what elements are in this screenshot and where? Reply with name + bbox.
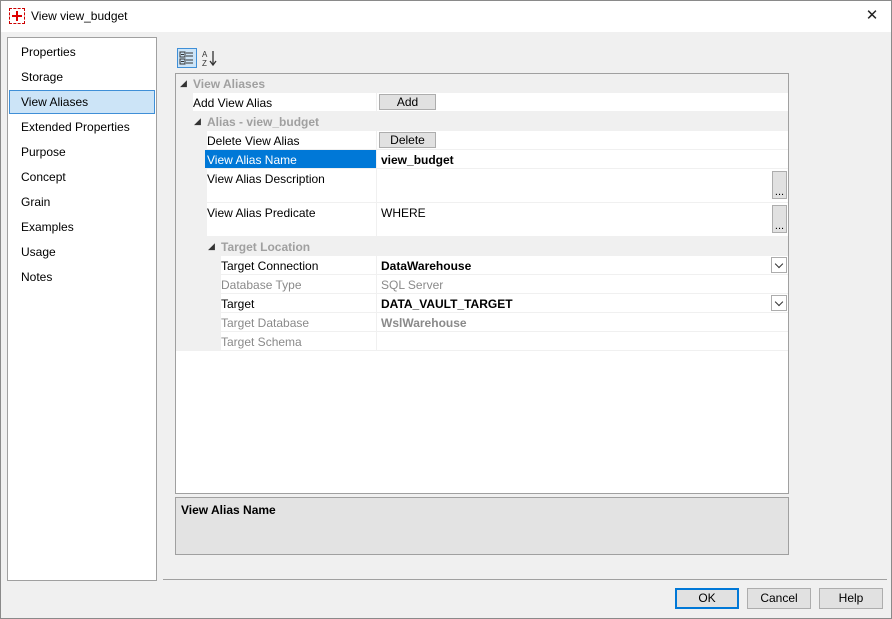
property-label: Add View Alias	[193, 96, 273, 110]
delete-button[interactable]: Delete	[379, 132, 436, 148]
property-row-view-alias-name[interactable]: View Alias Name view_budget	[176, 150, 788, 169]
property-row-target[interactable]: Target DATA_VAULT_TARGET	[176, 294, 788, 313]
nav-item-notes[interactable]: Notes	[9, 265, 155, 289]
nav-item-grain[interactable]: Grain	[9, 190, 155, 214]
category-target-location[interactable]: ◢ Target Location	[176, 237, 788, 256]
close-button[interactable]: ✕	[859, 4, 885, 28]
property-label: View Alias Predicate	[207, 206, 316, 220]
nav-item-storage[interactable]: Storage	[9, 65, 155, 89]
view-alias-predicate-value[interactable]: WHERE	[381, 206, 426, 220]
property-label: Delete View Alias	[207, 134, 300, 148]
property-label: View Alias Name	[207, 153, 297, 167]
footer-divider	[163, 579, 887, 580]
nav-item-usage[interactable]: Usage	[9, 240, 155, 264]
target-connection-value[interactable]: DataWarehouse	[381, 259, 471, 273]
category-label: View Aliases	[193, 77, 266, 91]
svg-text:A: A	[202, 50, 208, 59]
help-title: View Alias Name	[181, 503, 276, 517]
property-row-add-view-alias: Add View Alias Add	[176, 93, 788, 112]
property-label: Database Type	[221, 278, 302, 292]
category-alias[interactable]: ◢ Alias - view_budget	[176, 112, 788, 131]
ok-button[interactable]: OK	[675, 588, 739, 609]
nav-item-concept[interactable]: Concept	[9, 165, 155, 189]
property-row-database-type: Database Type SQL Server	[176, 275, 788, 294]
title-bar: View view_budget ✕	[1, 1, 891, 32]
svg-text:Z: Z	[202, 59, 207, 68]
property-row-target-schema: Target Schema	[176, 332, 788, 351]
property-row-delete-view-alias: Delete View Alias Delete	[176, 131, 788, 150]
cancel-button[interactable]: Cancel	[747, 588, 811, 609]
property-label: View Alias Description	[207, 172, 325, 186]
property-label: Target Schema	[221, 335, 302, 349]
categorized-view-icon[interactable]	[177, 48, 197, 68]
chevron-down-icon[interactable]	[771, 257, 787, 273]
red-cross-icon	[9, 8, 25, 24]
chevron-down-icon[interactable]	[771, 295, 787, 311]
category-label: Target Location	[221, 240, 311, 254]
property-row-view-alias-description[interactable]: View Alias Description ...	[176, 169, 788, 203]
database-type-value: SQL Server	[381, 278, 444, 292]
help-button[interactable]: Help	[819, 588, 883, 609]
category-label: Alias - view_budget	[207, 115, 320, 129]
nav-item-properties[interactable]: Properties	[9, 40, 155, 64]
property-label: Target Database	[221, 316, 310, 330]
nav-item-extended-properties[interactable]: Extended Properties	[9, 115, 155, 139]
property-grid: ◢ View Aliases Add View Alias Add ◢ Alia…	[175, 73, 789, 494]
collapse-triangle-icon[interactable]: ◢	[180, 78, 187, 89]
nav-list: Properties Storage View Aliases Extended…	[7, 37, 157, 581]
target-database-value: WslWarehouse	[381, 316, 467, 330]
property-row-target-database: Target Database WslWarehouse	[176, 313, 788, 332]
add-button[interactable]: Add	[379, 94, 436, 110]
sort-alphabetical-icon[interactable]: A Z	[200, 48, 220, 68]
nav-item-purpose[interactable]: Purpose	[9, 140, 155, 164]
view-alias-name-value[interactable]: view_budget	[381, 153, 454, 167]
help-panel: View Alias Name	[175, 497, 789, 555]
window-title: View view_budget	[31, 9, 128, 23]
nav-item-view-aliases[interactable]: View Aliases	[9, 90, 155, 114]
collapse-triangle-icon[interactable]: ◢	[194, 116, 201, 127]
property-row-target-connection[interactable]: Target Connection DataWarehouse	[176, 256, 788, 275]
ellipsis-button[interactable]: ...	[772, 205, 787, 233]
ellipsis-button[interactable]: ...	[772, 171, 787, 199]
property-label: Target Connection	[221, 259, 319, 273]
nav-item-examples[interactable]: Examples	[9, 215, 155, 239]
property-row-view-alias-predicate[interactable]: View Alias Predicate WHERE ...	[176, 203, 788, 237]
target-value[interactable]: DATA_VAULT_TARGET	[381, 297, 513, 311]
collapse-triangle-icon[interactable]: ◢	[208, 241, 215, 252]
property-label: Target	[221, 297, 255, 311]
category-view-aliases[interactable]: ◢ View Aliases	[176, 74, 788, 93]
